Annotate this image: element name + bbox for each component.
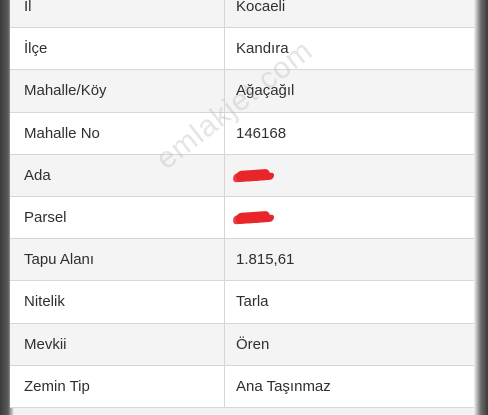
label-nitelik: Nitelik [10, 281, 225, 323]
value-il: Kocaeli [236, 0, 286, 16]
table-row-ilce: İlçe Kandıra [10, 28, 474, 71]
label-mahalle-no: Mahalle No [10, 112, 225, 154]
table-row-ada: Ada [10, 154, 474, 197]
table-row-il: İl Kocaeli [10, 0, 474, 29]
value-mahalle-no: 146168 [236, 124, 287, 142]
label-ada: Ada [10, 154, 225, 196]
table-row-nitelik: Nitelik Tarla [10, 281, 474, 324]
table-row-tapu-alani: Tapu Alanı 1.815,61 [10, 239, 474, 282]
screen-frame: İl Kocaeli İlçe Kandıra Mahalle/Köy Ağaç… [0, 0, 488, 415]
label-il: İl [10, 0, 225, 28]
redaction-mark [235, 210, 271, 225]
table-row-zemin-tip: Zemin Tip Ana Taşınmaz [10, 365, 474, 408]
table-row-parsel: Parsel [10, 196, 474, 240]
label-tapu-alani: Tapu Alanı [10, 239, 225, 281]
label-ilce: İlçe [10, 28, 225, 70]
table-row-mevkii: Mevkii Ören [10, 323, 474, 366]
value-ilce: Kandıra [236, 40, 289, 58]
value-mevkii: Ören [236, 335, 270, 353]
table-row-mahalle-no: Mahalle No 146168 [10, 112, 474, 155]
value-nitelik: Tarla [236, 293, 269, 311]
label-zemin-tip: Zemin Tip [10, 365, 225, 407]
label-mevkii: Mevkii [10, 323, 225, 365]
value-parsel [225, 197, 474, 238]
label-mahalle-koy: Mahalle/Köy [10, 70, 225, 112]
label-parsel: Parsel [10, 196, 225, 239]
redaction-mark [235, 168, 271, 183]
table-row-mahalle-koy: Mahalle/Köy Ağaçağıl [10, 70, 474, 113]
value-mahalle-koy: Ağaçağıl [236, 82, 295, 100]
property-info-table: İl Kocaeli İlçe Kandıra Mahalle/Köy Ağaç… [10, 0, 474, 408]
value-ada [225, 155, 474, 196]
value-zemin-tip: Ana Taşınmaz [236, 377, 331, 395]
value-tapu-alani: 1.815,61 [236, 251, 295, 269]
